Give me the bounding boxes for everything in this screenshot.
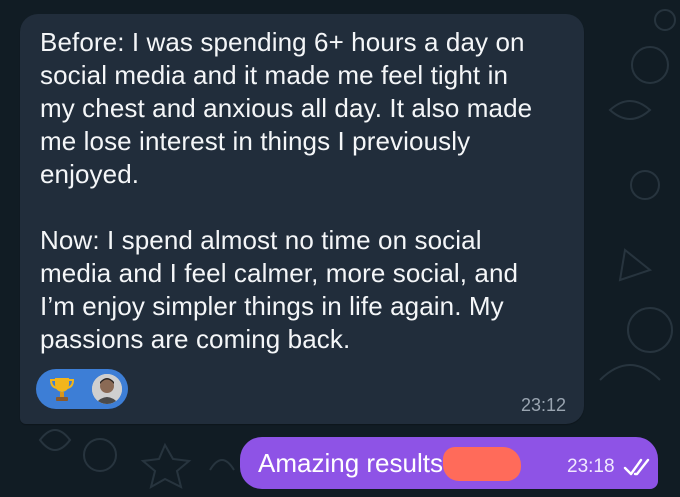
incoming-message-bubble[interactable]: Before: I was spending 6+ hours a day on… [20, 14, 584, 424]
avatar[interactable] [92, 374, 122, 404]
incoming-message-time: 23:12 [520, 395, 566, 415]
trophy-icon [49, 378, 75, 401]
outgoing-message-time: 23:18 [567, 456, 615, 477]
avatar-portrait [92, 374, 122, 404]
reactions-bar[interactable] [36, 369, 128, 409]
double-check-icon [623, 458, 650, 476]
redaction-mark [443, 447, 521, 481]
outgoing-message-bubble[interactable]: Amazing results A ! 23:18 [240, 437, 658, 489]
incoming-message-text: Before: I was spending 6+ hours a day on… [40, 27, 533, 354]
chat-view: Before: I was spending 6+ hours a day on… [0, 0, 680, 497]
